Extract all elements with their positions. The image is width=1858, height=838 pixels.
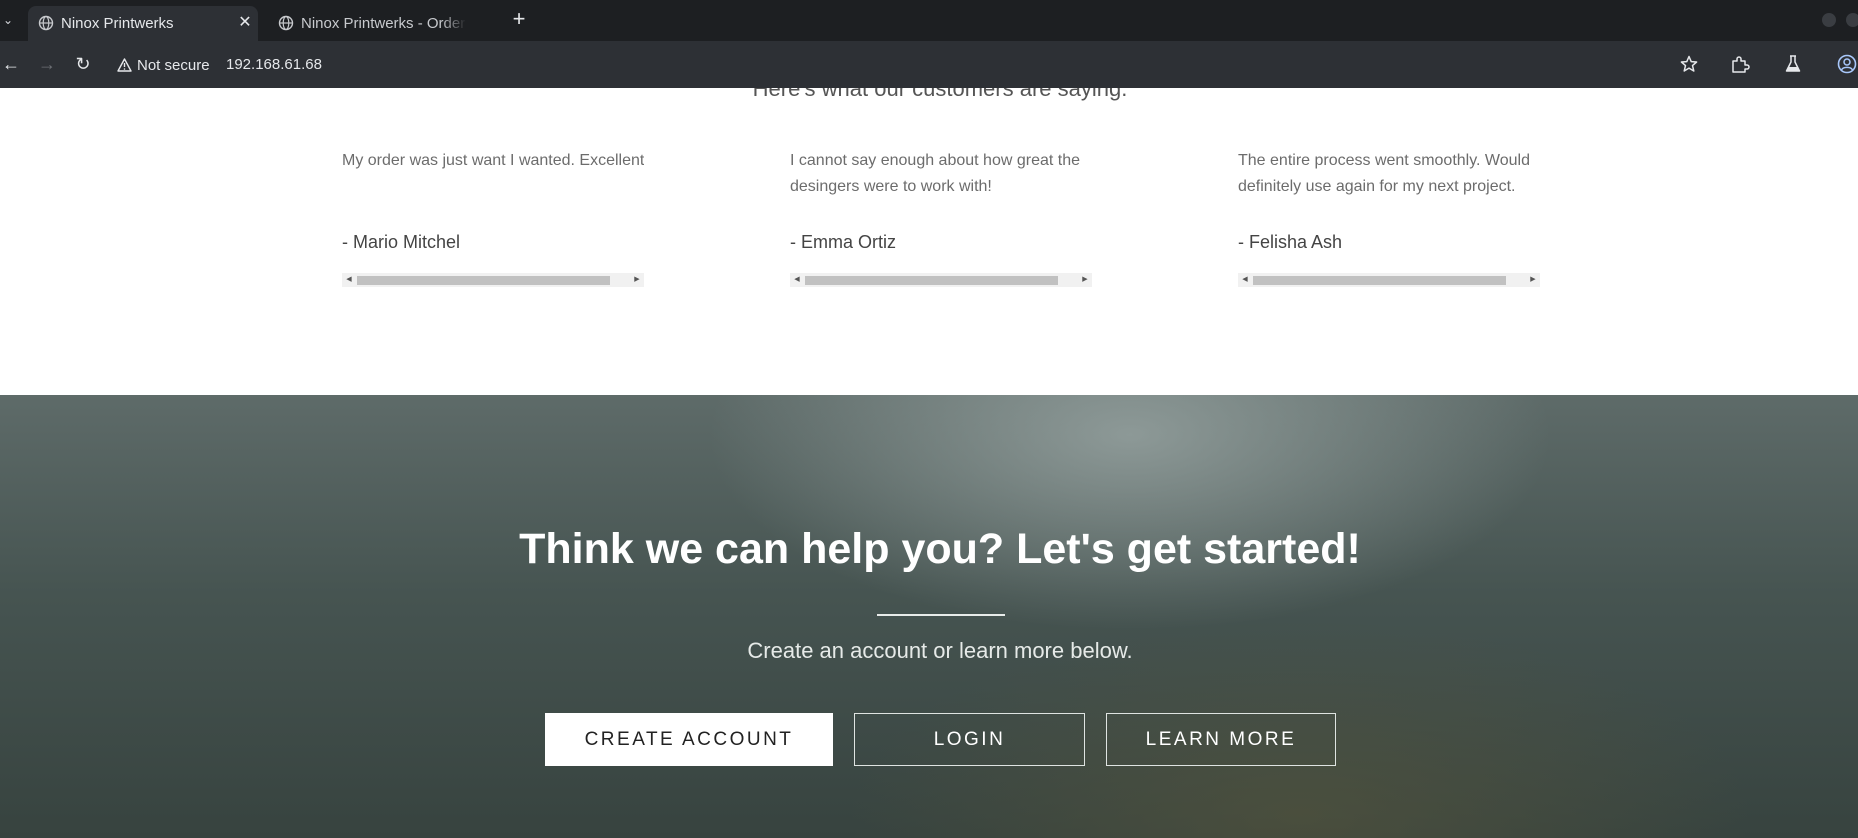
testimonial-card: The entire process went smoothly. Would … xyxy=(1238,148,1540,287)
security-label: Not secure xyxy=(137,56,210,74)
tab-ninox-printwerks[interactable]: Ninox Printwerks ✕ xyxy=(28,6,258,41)
bookmark-star-icon[interactable] xyxy=(1678,53,1700,75)
testimonial-quote-box: The entire process went smoothly. Would … xyxy=(1238,148,1540,206)
cta-title: Think we can help you? Let's get started… xyxy=(519,525,1361,573)
horizontal-scrollbar[interactable]: ◀ ▶ xyxy=(342,273,644,287)
call-to-action-section: Think we can help you? Let's get started… xyxy=(0,395,1858,838)
tab-strip: ⌄ Ninox Printwerks ✕ Ninox Printwerks - … xyxy=(0,0,1858,41)
testimonial-quote: The entire process went smoothly. Would … xyxy=(1238,152,1530,195)
scroll-left-arrow-icon[interactable]: ◀ xyxy=(1238,273,1252,287)
tab-title: Ninox Printwerks xyxy=(61,15,174,32)
tab-search-chevron-icon[interactable]: ⌄ xyxy=(0,9,16,31)
security-indicator[interactable]: Not secure xyxy=(117,54,210,76)
tab-title: Ninox Printwerks - Order xyxy=(301,15,466,32)
address-bar[interactable]: 192.168.61.68 xyxy=(226,56,322,73)
testimonial-quote: My order was just want I wanted. Excelle… xyxy=(342,152,644,169)
tab-ninox-printwerks-order[interactable]: Ninox Printwerks - Order xyxy=(268,6,498,41)
labs-flask-icon[interactable] xyxy=(1782,53,1804,75)
window-control-dot[interactable] xyxy=(1822,13,1836,27)
reload-icon[interactable]: ↻ xyxy=(72,53,94,75)
testimonial-quote: I cannot say enough about how great the … xyxy=(790,152,1080,195)
horizontal-scrollbar[interactable]: ◀ ▶ xyxy=(1238,273,1540,287)
profile-avatar-icon[interactable] xyxy=(1836,53,1858,75)
cta-subtitle: Create an account or learn more below. xyxy=(747,638,1133,663)
cta-divider xyxy=(877,614,1005,616)
back-arrow-icon[interactable]: ← xyxy=(0,53,22,75)
learn-more-button[interactable]: LEARN MORE xyxy=(1106,713,1336,766)
scroll-right-arrow-icon[interactable]: ▶ xyxy=(1078,273,1092,287)
testimonial-author: - Felisha Ash xyxy=(1238,232,1343,252)
scroll-left-arrow-icon[interactable]: ◀ xyxy=(790,273,804,287)
new-tab-button[interactable]: + xyxy=(508,8,530,31)
scroll-left-arrow-icon[interactable]: ◀ xyxy=(342,273,356,287)
page-viewport: Here's what our customers are saying. My… xyxy=(0,88,1858,838)
testimonials-heading: Here's what our customers are saying. xyxy=(752,88,1128,101)
scroll-right-arrow-icon[interactable]: ▶ xyxy=(1526,273,1540,287)
close-tab-icon[interactable]: ✕ xyxy=(236,14,254,32)
scrollbar-thumb[interactable] xyxy=(805,276,1058,285)
testimonial-card: I cannot say enough about how great the … xyxy=(790,148,1092,287)
globe-icon xyxy=(38,15,54,31)
globe-icon xyxy=(278,15,294,31)
warning-icon xyxy=(117,58,132,72)
testimonial-quote-box: My order was just want I wanted. Excelle… xyxy=(342,148,644,206)
create-account-button[interactable]: CREATE ACCOUNT xyxy=(545,713,833,766)
window-control-dot[interactable] xyxy=(1846,13,1858,27)
testimonial-author: - Mario Mitchel xyxy=(342,232,461,252)
login-button[interactable]: LOGIN xyxy=(854,713,1085,766)
testimonial-card: My order was just want I wanted. Excelle… xyxy=(342,148,644,287)
scrollbar-thumb[interactable] xyxy=(357,276,610,285)
testimonial-author: - Emma Ortiz xyxy=(790,232,896,252)
browser-toolbar: ← → ↻ Not secure 192.168.61.68 xyxy=(0,41,1858,88)
testimonial-quote-box: I cannot say enough about how great the … xyxy=(790,148,1092,206)
scroll-right-arrow-icon[interactable]: ▶ xyxy=(630,273,644,287)
forward-arrow-icon[interactable]: → xyxy=(36,53,58,75)
horizontal-scrollbar[interactable]: ◀ ▶ xyxy=(790,273,1092,287)
scrollbar-thumb[interactable] xyxy=(1253,276,1506,285)
extensions-icon[interactable] xyxy=(1729,53,1751,75)
